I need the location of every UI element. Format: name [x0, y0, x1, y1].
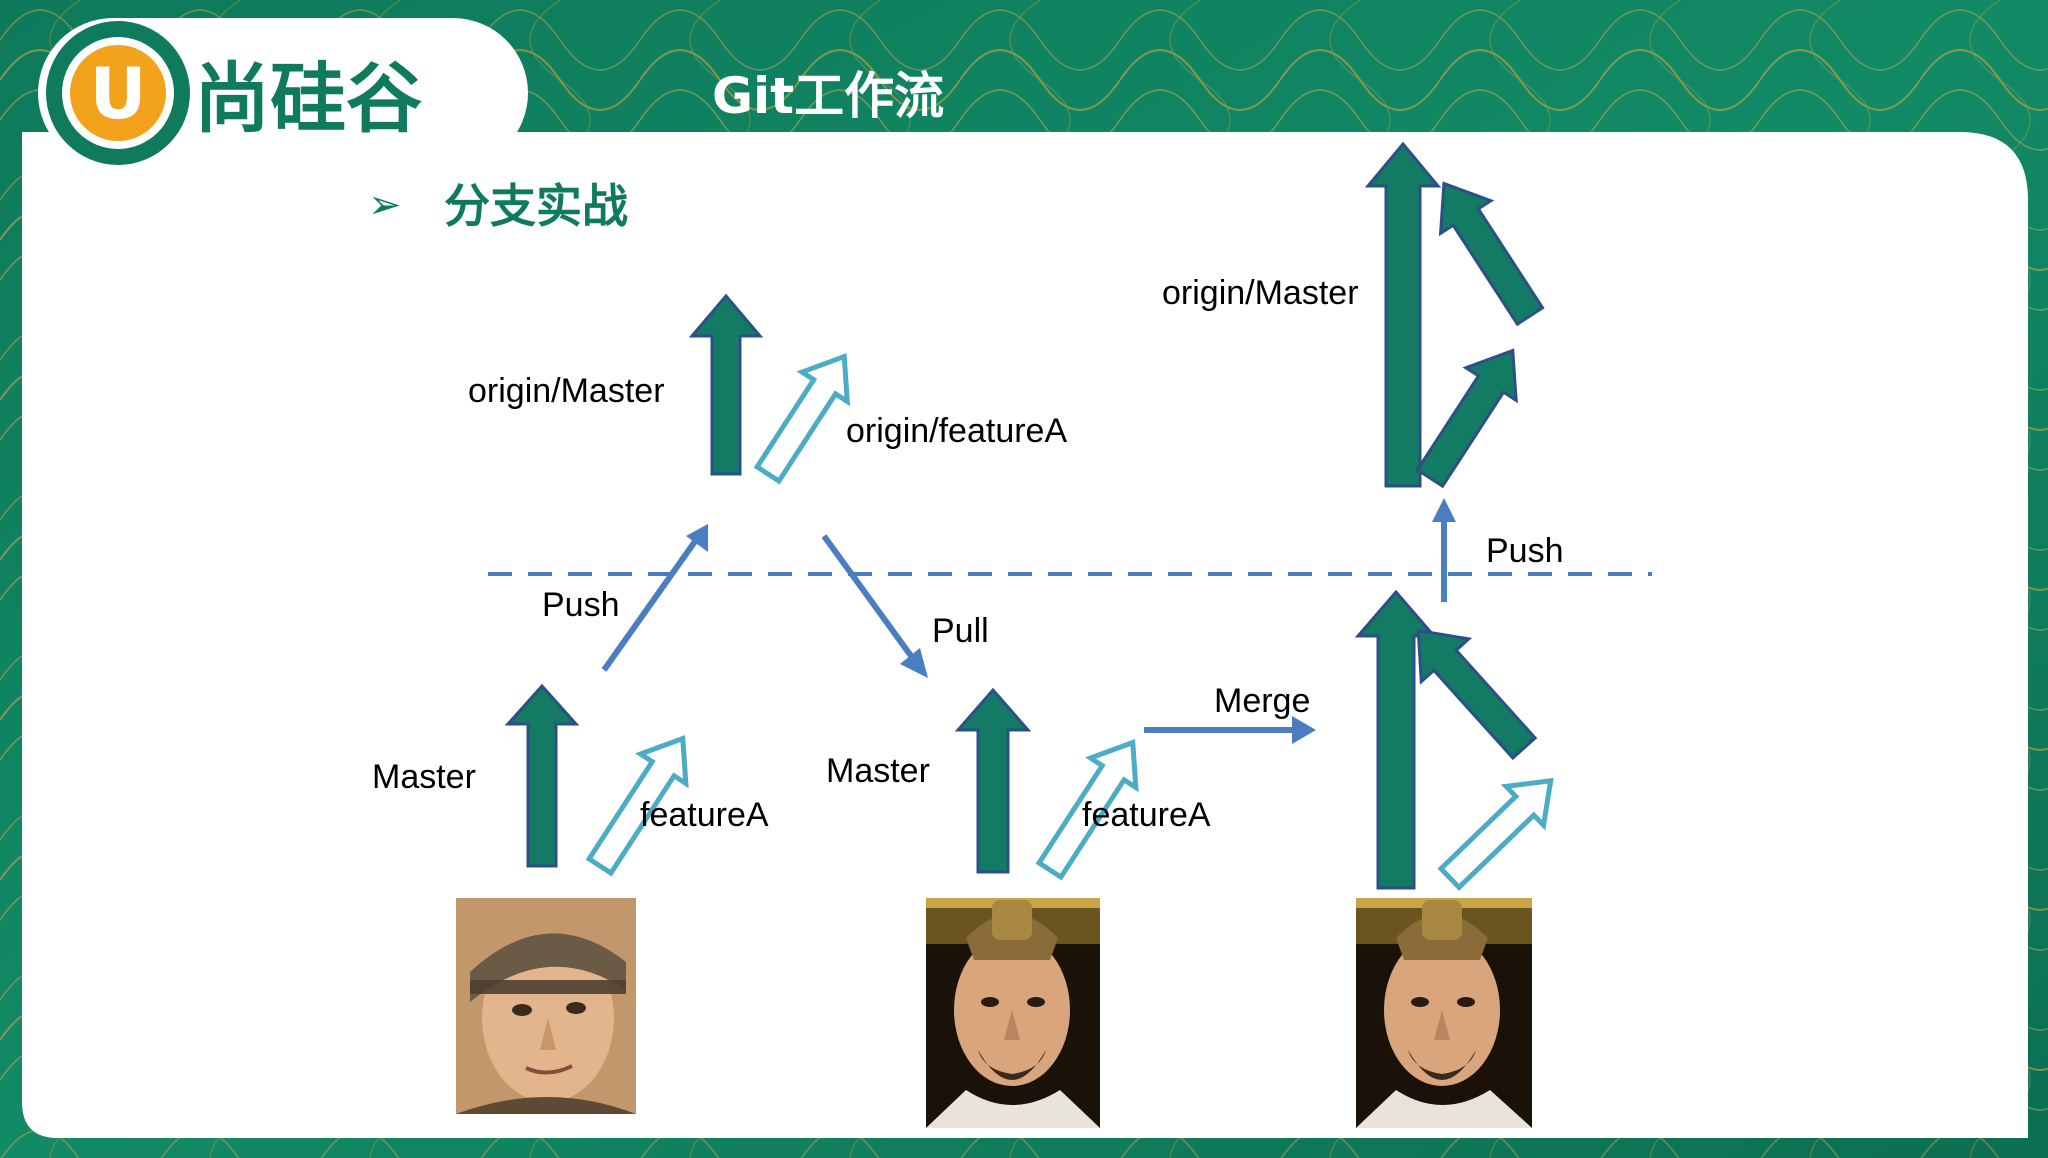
section-heading: 分支实战: [444, 179, 628, 233]
label-master-mid: Master: [826, 752, 930, 790]
heading-bullet-icon: ➢: [368, 182, 402, 228]
brand-name: 尚硅谷: [194, 54, 422, 143]
brand-logo: U 尚硅谷: [38, 18, 528, 168]
label-feature-mid: featureA: [1082, 796, 1211, 834]
label-merge: Merge: [1214, 682, 1310, 720]
slide-canvas: U 尚硅谷 Git工作流 ➢ 分支实战 origin/Master origin…: [0, 0, 2048, 1158]
label-push-left: Push: [542, 586, 620, 624]
lead-portrait: [926, 898, 1100, 1128]
logo-badge-icon: U: [46, 21, 190, 165]
label-master-left: Master: [372, 758, 476, 796]
label-origin-feature: origin/featureA: [846, 412, 1067, 450]
label-pull: Pull: [932, 612, 989, 650]
label-origin-master-right: origin/Master: [1162, 274, 1359, 312]
page-title: Git工作流: [712, 67, 944, 125]
developer-portrait: [456, 898, 636, 1114]
label-feature-left: featureA: [640, 796, 769, 834]
logo-letter: U: [90, 53, 147, 135]
label-origin-master-top: origin/Master: [468, 372, 665, 410]
lead-portrait: [1356, 898, 1532, 1128]
slide: U 尚硅谷 Git工作流 ➢ 分支实战 origin/Master origin…: [0, 0, 2048, 1158]
label-push-right: Push: [1486, 532, 1564, 570]
